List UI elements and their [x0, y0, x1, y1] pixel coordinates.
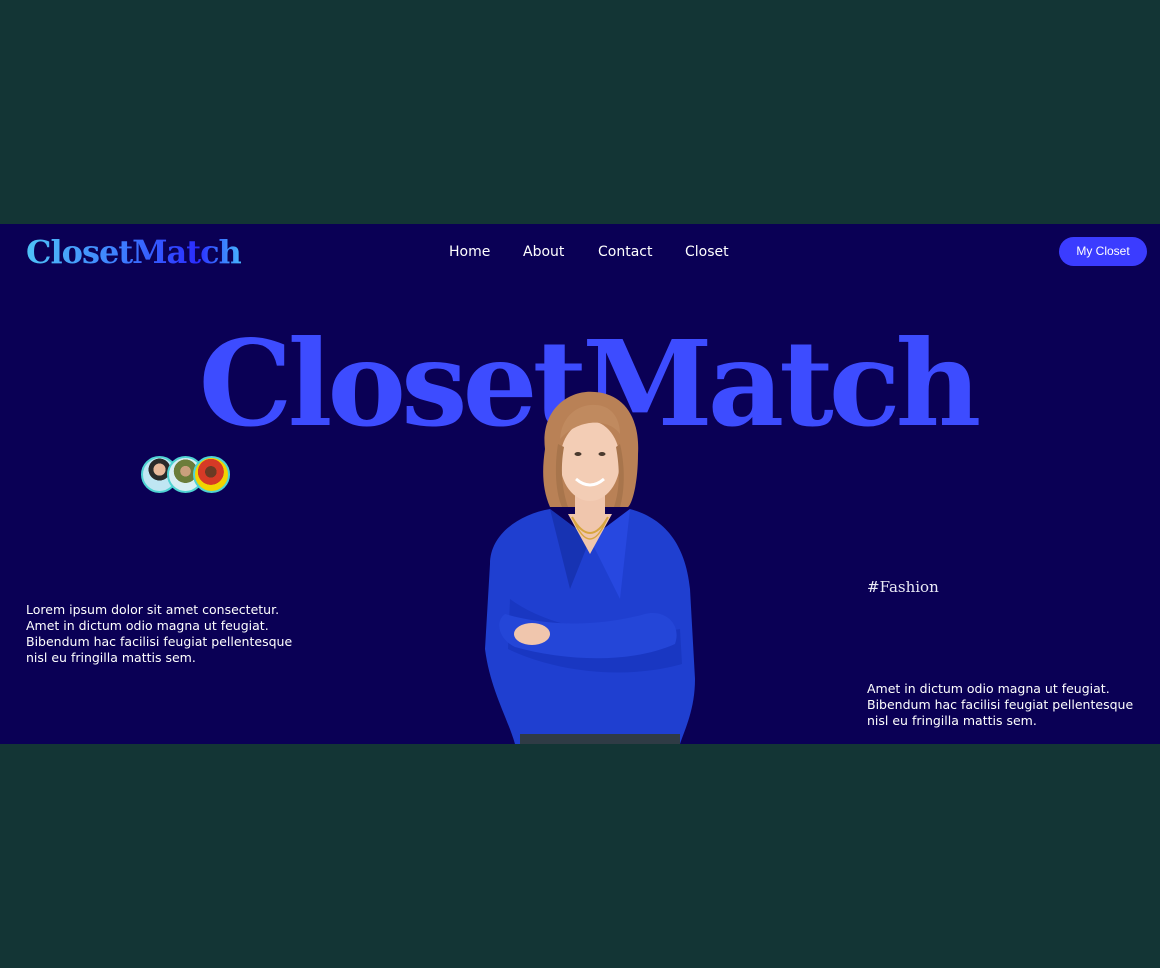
nav-home[interactable]: Home: [449, 242, 490, 262]
hero-description-left: Lorem ipsum dolor sit amet consectetur. …: [26, 601, 293, 666]
avatar-group: [141, 456, 233, 494]
main-nav: Home About Contact Closet: [0, 242, 1160, 262]
nav-closet[interactable]: Closet: [685, 242, 729, 262]
nav-contact[interactable]: Contact: [598, 242, 652, 262]
hero-section: ClosetMatch Home About Contact Closet My…: [0, 224, 1160, 744]
hero-description-right: Amet in dictum odio magna ut feugiat. Bi…: [867, 680, 1134, 729]
model-image: [485, 391, 695, 744]
my-closet-button[interactable]: My Closet: [1059, 237, 1147, 266]
avatar-3: [193, 456, 230, 493]
hashtag-label: #Fashion: [867, 578, 939, 596]
nav-about[interactable]: About: [523, 242, 564, 262]
